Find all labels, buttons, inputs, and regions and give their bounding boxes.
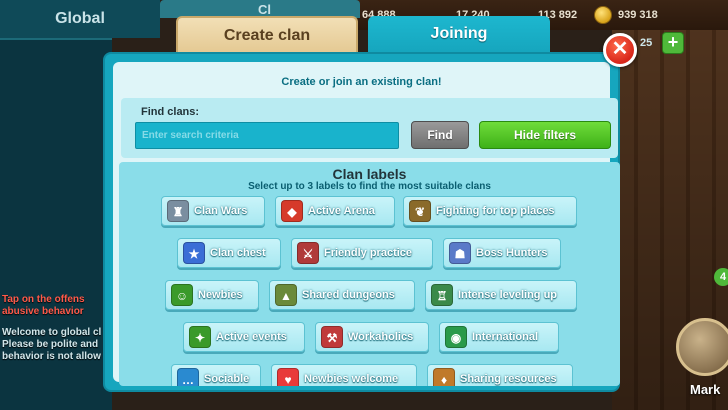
clan-label-active-events[interactable]: ✦ Active events — [183, 322, 305, 352]
clan-label-intense-leveling-up[interactable]: ♖ Intense leveling up — [425, 280, 577, 310]
tab-create-clan[interactable]: Create clan — [176, 16, 358, 56]
globe-icon: ◉ — [445, 326, 467, 348]
clan-label-text: Newbies — [198, 289, 243, 301]
global-chat-panel: Tap on the offens abusive behavior Welco… — [0, 38, 112, 410]
crossed-swords-icon: ⚔ — [297, 242, 319, 264]
clan-labels-subtitle: Select up to 3 labels to find the most s… — [248, 181, 491, 192]
dialog-body: Create or join an existing clan! Find cl… — [113, 62, 620, 386]
clan-label-international[interactable]: ◉ International — [439, 322, 559, 352]
heart-icon: ♥ — [277, 368, 299, 386]
clan-label-boss-hunters[interactable]: ☗ Boss Hunters — [443, 238, 561, 268]
tab-global[interactable]: Global — [0, 0, 160, 38]
clan-label-friendly-practice[interactable]: ⚔ Friendly practice — [291, 238, 433, 268]
clan-label-workaholics[interactable]: ⚒ Workaholics — [315, 322, 429, 352]
chat-line: Please be polite and — [2, 339, 99, 350]
clan-labels-section: Clan labels Select up to 3 labels to fin… — [119, 162, 620, 386]
laurel-icon: ❦ — [409, 200, 431, 222]
find-clans-label: Find clans: — [141, 106, 200, 118]
level-value: 25 — [640, 37, 653, 49]
clan-label-text: Clan Wars — [194, 205, 248, 217]
clan-label-text: Shared dungeons — [302, 289, 395, 301]
clan-label-sociable[interactable]: … Sociable — [171, 364, 261, 386]
notification-badge: 4 — [714, 268, 728, 286]
clan-label-text: Friendly practice — [324, 247, 413, 259]
tower-icon: ♜ — [167, 200, 189, 222]
search-input[interactable] — [135, 122, 399, 149]
clan-label-text: Sharing resources — [460, 373, 557, 385]
chat-line: Welcome to global cl — [2, 327, 102, 338]
market-button-label: Mark — [690, 382, 721, 397]
clan-label-text: Intense leveling up — [458, 289, 558, 301]
resources-icon: ♦ — [433, 368, 455, 386]
clan-label-text: Workaholics — [348, 331, 414, 343]
gold-value: 939 318 — [618, 9, 658, 21]
clan-label-newbies-welcome[interactable]: ♥ Newbies welcome — [271, 364, 417, 386]
castle-icon: ♖ — [431, 284, 453, 306]
dialog-subtitle: Create or join an existing clan! — [281, 76, 442, 88]
dungeon-icon: ▲ — [275, 284, 297, 306]
chat-bubble-icon: … — [177, 368, 199, 386]
chat-line: Tap on the offens — [2, 294, 85, 305]
clan-label-text: International — [472, 331, 539, 343]
find-clans-section: Find clans: Find Hide filters — [121, 98, 618, 158]
gold-coin-icon — [594, 6, 612, 24]
clan-label-text: Boss Hunters — [476, 247, 548, 259]
clan-label-text: Fighting for top places — [436, 205, 555, 217]
clan-label-text: Active Arena — [308, 205, 375, 217]
arena-shield-icon: ◆ — [281, 200, 303, 222]
clan-label-text: Clan chest — [210, 247, 266, 259]
find-button[interactable]: Find — [411, 121, 469, 149]
star-chest-icon: ★ — [183, 242, 205, 264]
clan-label-text: Newbies welcome — [304, 373, 399, 385]
clan-label-text: Active events — [216, 331, 287, 343]
chat-line: abusive behavior — [2, 306, 84, 317]
clan-label-fighting-for-top-places[interactable]: ❦ Fighting for top places — [403, 196, 577, 226]
chat-line: behavior is not allow — [2, 351, 101, 362]
clan-search-dialog: Create or join an existing clan! Find cl… — [103, 52, 620, 392]
tools-icon: ⚒ — [321, 326, 343, 348]
clan-label-shared-dungeons[interactable]: ▲ Shared dungeons — [269, 280, 415, 310]
clan-label-active-arena[interactable]: ◆ Active Arena — [275, 196, 395, 226]
close-icon[interactable]: ✕ — [603, 33, 637, 67]
clan-label-clan-wars[interactable]: ♜ Clan Wars — [161, 196, 265, 226]
clan-label-newbies[interactable]: ☺ Newbies — [165, 280, 259, 310]
clan-label-sharing-resources[interactable]: ♦ Sharing resources — [427, 364, 573, 386]
add-resource-plus-icon[interactable]: + — [662, 32, 684, 54]
market-button[interactable] — [676, 318, 728, 376]
clan-label-clan-chest[interactable]: ★ Clan chest — [177, 238, 281, 268]
hide-filters-button[interactable]: Hide filters — [479, 121, 611, 149]
clan-labels-title: Clan labels — [332, 166, 407, 182]
boss-icon: ☗ — [449, 242, 471, 264]
events-hero-icon: ✦ — [189, 326, 211, 348]
newbie-face-icon: ☺ — [171, 284, 193, 306]
clan-label-text: Sociable — [204, 373, 250, 385]
